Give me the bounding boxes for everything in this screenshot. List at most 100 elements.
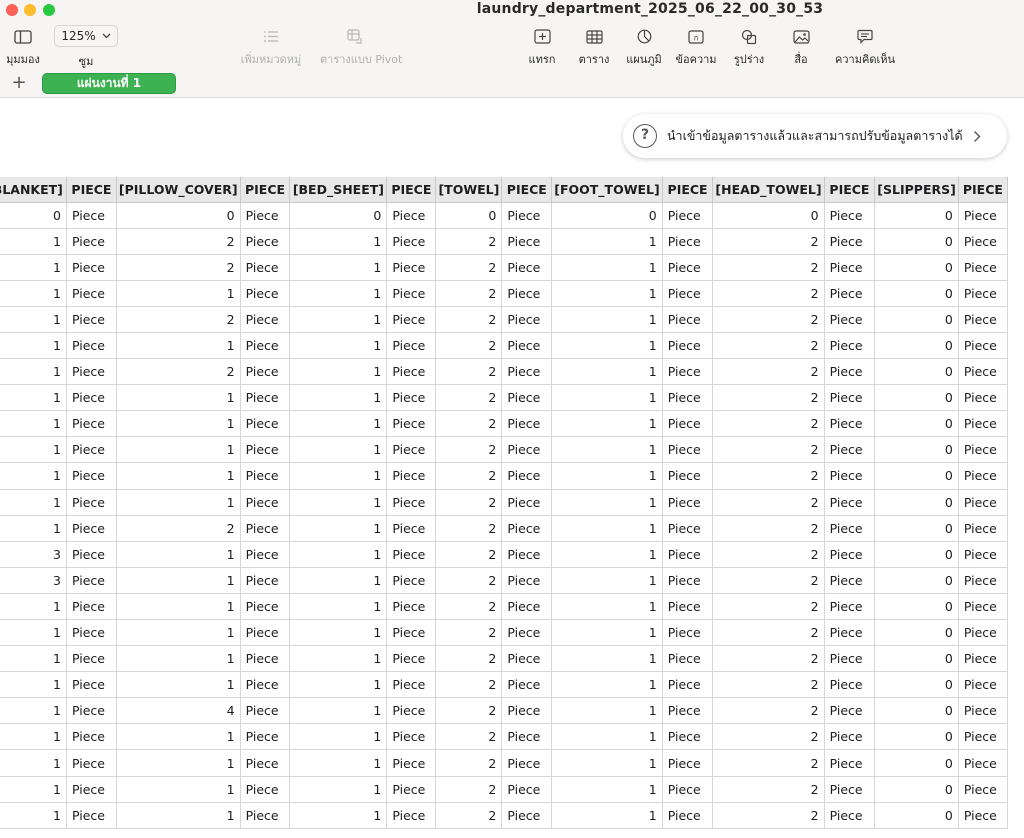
table-cell[interactable]: 0 xyxy=(874,202,959,229)
table-cell[interactable]: 1 xyxy=(116,671,241,699)
table-cell[interactable]: Piece xyxy=(501,671,553,699)
table-cell[interactable]: Piece xyxy=(66,436,117,464)
view-button[interactable]: มุมมอง xyxy=(0,26,58,68)
table-cell[interactable]: Piece xyxy=(662,567,714,594)
table-cell[interactable]: Piece xyxy=(958,697,1009,725)
table-cell[interactable]: 0 xyxy=(874,280,959,307)
table-cell[interactable]: Piece xyxy=(824,280,876,307)
table-cell[interactable]: 1 xyxy=(551,515,663,542)
table-cell[interactable]: 0 xyxy=(874,410,959,438)
table-cell[interactable]: Piece xyxy=(662,776,714,803)
table-cell[interactable]: 2 xyxy=(435,749,503,777)
table-cell[interactable]: Piece xyxy=(501,723,553,751)
table-cell[interactable]: Piece xyxy=(66,723,117,751)
table-cell[interactable]: 1 xyxy=(289,254,388,281)
table-cell[interactable]: 0 xyxy=(712,202,825,229)
table-cell[interactable]: Piece xyxy=(501,306,553,333)
table-cell[interactable]: 1 xyxy=(551,593,663,621)
table-cell[interactable]: 0 xyxy=(874,436,959,464)
table-cell[interactable]: 1 xyxy=(0,462,67,490)
table-cell[interactable]: 2 xyxy=(435,436,503,464)
table-cell[interactable]: 1 xyxy=(116,280,241,307)
table-cell[interactable]: 2 xyxy=(712,410,825,438)
table-cell[interactable]: Piece xyxy=(824,489,876,516)
table-cell[interactable]: 1 xyxy=(0,332,67,360)
column-header[interactable]: [PILLOW_COVER] xyxy=(116,177,241,203)
table-cell[interactable]: Piece xyxy=(66,384,117,412)
zoom-select[interactable]: 125% xyxy=(54,25,118,47)
table-cell[interactable]: Piece xyxy=(824,228,876,255)
table-cell[interactable]: 0 xyxy=(0,202,67,229)
table-cell[interactable]: Piece xyxy=(662,228,714,255)
table-cell[interactable]: Piece xyxy=(958,567,1009,594)
table-cell[interactable]: Piece xyxy=(501,436,553,464)
table-cell[interactable]: 2 xyxy=(712,228,825,255)
table-cell[interactable]: Piece xyxy=(824,749,876,777)
table-cell[interactable]: 1 xyxy=(551,384,663,412)
table-cell[interactable]: 1 xyxy=(551,436,663,464)
table-cell[interactable]: Piece xyxy=(240,515,291,542)
table-cell[interactable]: 1 xyxy=(289,384,388,412)
table-cell[interactable]: Piece xyxy=(386,749,437,777)
table-cell[interactable]: Piece xyxy=(958,384,1009,412)
table-cell[interactable]: Piece xyxy=(958,254,1009,281)
table-cell[interactable]: 2 xyxy=(435,776,503,803)
table-cell[interactable]: 1 xyxy=(289,306,388,333)
table-cell[interactable]: 1 xyxy=(116,776,241,803)
table-cell[interactable]: 0 xyxy=(435,202,503,229)
table-cell[interactable]: 2 xyxy=(712,776,825,803)
table-cell[interactable]: 1 xyxy=(116,384,241,412)
table-cell[interactable]: Piece xyxy=(662,384,714,412)
table-cell[interactable]: 1 xyxy=(116,567,241,594)
table-cell[interactable]: Piece xyxy=(386,515,437,542)
table-cell[interactable]: Piece xyxy=(386,489,437,516)
table-cell[interactable]: 1 xyxy=(289,228,388,255)
table-cell[interactable]: Piece xyxy=(386,332,437,360)
table-cell[interactable]: 2 xyxy=(712,697,825,725)
table-cell[interactable]: Piece xyxy=(662,254,714,281)
table-cell[interactable]: 3 xyxy=(0,541,67,568)
table-cell[interactable]: 0 xyxy=(874,384,959,412)
table-cell[interactable]: Piece xyxy=(824,384,876,412)
table-cell[interactable]: 0 xyxy=(289,202,388,229)
table-cell[interactable]: Piece xyxy=(66,645,117,673)
table-cell[interactable]: Piece xyxy=(958,593,1009,621)
column-header[interactable]: PIECE xyxy=(66,177,117,203)
table-cell[interactable]: Piece xyxy=(501,384,553,412)
table-cell[interactable]: 1 xyxy=(289,776,388,803)
table-cell[interactable]: 1 xyxy=(116,802,241,829)
table-cell[interactable]: 1 xyxy=(551,619,663,647)
table-cell[interactable]: Piece xyxy=(240,749,291,777)
table-cell[interactable]: Piece xyxy=(240,489,291,516)
table-cell[interactable]: Piece xyxy=(662,541,714,568)
table-cell[interactable]: 0 xyxy=(874,593,959,621)
table-cell[interactable]: 1 xyxy=(551,228,663,255)
table-cell[interactable]: 2 xyxy=(712,384,825,412)
table-cell[interactable]: Piece xyxy=(824,541,876,568)
table-cell[interactable]: 2 xyxy=(712,749,825,777)
table-cell[interactable]: 1 xyxy=(289,802,388,829)
table-cell[interactable]: Piece xyxy=(386,645,437,673)
table-cell[interactable]: Piece xyxy=(824,593,876,621)
table-cell[interactable]: Piece xyxy=(501,697,553,725)
table-cell[interactable]: 1 xyxy=(0,619,67,647)
table-cell[interactable]: 2 xyxy=(712,619,825,647)
table-cell[interactable]: Piece xyxy=(240,358,291,386)
table-cell[interactable]: Piece xyxy=(824,462,876,490)
table-cell[interactable]: Piece xyxy=(662,645,714,673)
table-cell[interactable]: Piece xyxy=(240,567,291,594)
table-cell[interactable]: 1 xyxy=(0,749,67,777)
table-cell[interactable]: 0 xyxy=(874,332,959,360)
column-header[interactable]: [SLIPPERS] xyxy=(874,177,959,203)
table-cell[interactable]: Piece xyxy=(958,410,1009,438)
table-cell[interactable]: Piece xyxy=(958,280,1009,307)
table-cell[interactable]: 0 xyxy=(551,202,663,229)
table-cell[interactable]: 2 xyxy=(435,541,503,568)
table-cell[interactable]: 2 xyxy=(712,306,825,333)
add-sheet-button[interactable]: + xyxy=(10,72,28,94)
table-cell[interactable]: Piece xyxy=(958,645,1009,673)
table-cell[interactable]: Piece xyxy=(501,776,553,803)
table-cell[interactable]: Piece xyxy=(66,619,117,647)
table-cell[interactable]: Piece xyxy=(386,802,437,829)
table-cell[interactable]: Piece xyxy=(662,436,714,464)
